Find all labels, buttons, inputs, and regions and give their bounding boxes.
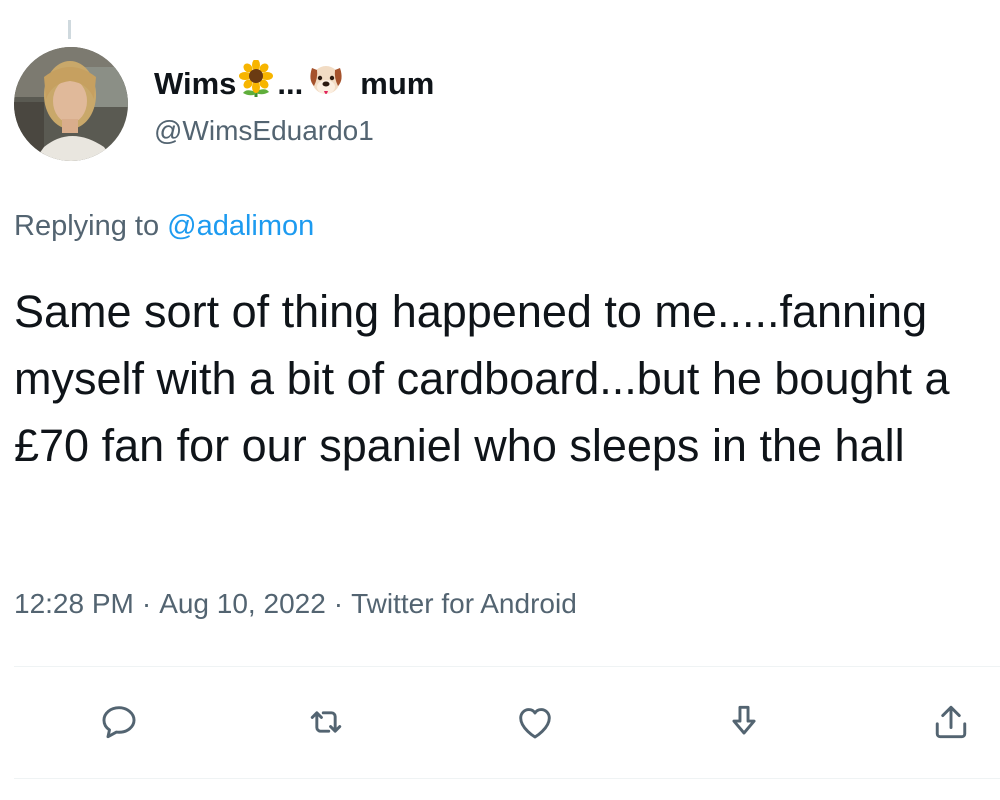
display-name-prefix: Wims	[154, 66, 237, 101]
author-names: Wims ... mum @WimsEduardo1	[154, 47, 434, 150]
dog-face-icon	[306, 60, 346, 108]
meta-separator: ·	[333, 588, 344, 619]
share-button[interactable]	[919, 690, 983, 754]
like-button[interactable]	[503, 690, 567, 754]
tweet-author-row: Wims ... mum @WimsEduardo1	[14, 47, 434, 161]
replying-to-mention[interactable]: @adalimon	[167, 210, 314, 242]
display-name[interactable]: Wims ... mum	[154, 59, 435, 108]
tweet-detail: Wims ... mum @WimsEduardo1 Replying to @…	[0, 0, 1000, 800]
divider	[14, 778, 1000, 779]
tweet-time[interactable]: 12:28 PM	[14, 588, 134, 619]
divider	[14, 666, 1000, 667]
download-arrow-icon	[732, 705, 756, 735]
tweet-text: Same sort of thing happened to me.....fa…	[14, 286, 950, 471]
author-handle[interactable]: @WimsEduardo1	[154, 112, 434, 150]
sunflower-icon	[238, 59, 274, 108]
retweet-button[interactable]	[294, 690, 358, 754]
reply-button[interactable]	[87, 690, 151, 754]
replying-to-line: Replying to @adalimon	[14, 206, 314, 246]
tweet-actions-bar	[0, 690, 1000, 754]
avatar[interactable]	[14, 47, 128, 161]
display-name-suffix: mum	[360, 66, 435, 101]
meta-separator: ·	[141, 588, 152, 619]
speech-bubble-icon	[102, 706, 136, 739]
display-name-dots: ...	[277, 66, 304, 101]
retweet-arrows-icon	[310, 711, 342, 733]
avatar-photo	[14, 47, 128, 161]
replying-to-label: Replying to	[14, 210, 160, 242]
tweet-metadata: 12:28 PM · Aug 10, 2022 · Twitter for Androi…	[14, 584, 577, 624]
tweet-source[interactable]: Twitter for Android	[351, 588, 577, 619]
heart-icon	[519, 708, 551, 739]
bookmark-button[interactable]	[712, 690, 776, 754]
thread-connector-line	[68, 20, 71, 39]
tweet-date[interactable]: Aug 10, 2022	[159, 588, 326, 619]
share-upload-icon	[935, 705, 967, 739]
